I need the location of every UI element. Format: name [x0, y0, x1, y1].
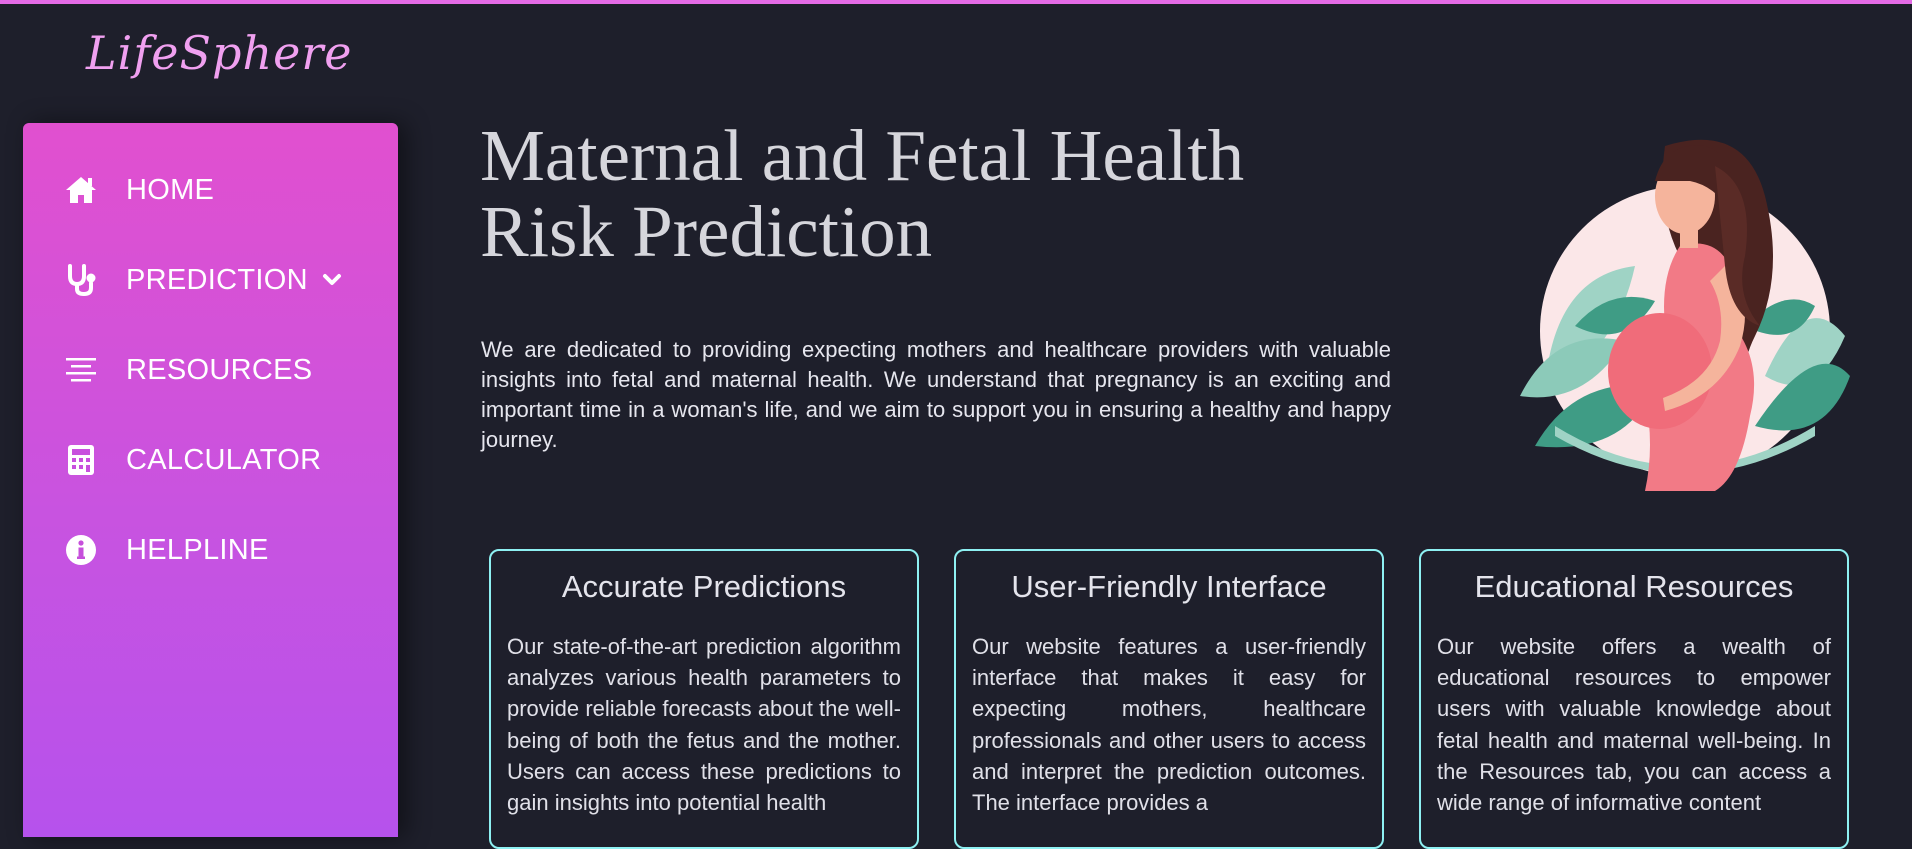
sidebar-nav: HOME PREDICTION RESOURCES CALCULATOR HEL… — [23, 123, 398, 837]
pregnant-woman-illustration — [1520, 139, 1850, 491]
sidebar-item-label: RESOURCES — [126, 353, 313, 386]
sidebar-item-prediction[interactable]: PREDICTION — [63, 250, 383, 310]
sidebar-item-label: HELPLINE — [126, 533, 269, 566]
align-center-icon — [63, 352, 99, 388]
card-text: Our state-of-the-art prediction algorith… — [507, 634, 901, 816]
page-title-line1: Maternal and Fetal Health — [480, 115, 1245, 196]
home-icon — [63, 172, 99, 208]
info-circle-icon — [63, 532, 99, 568]
feature-card-educational-resources: Educational Resources Our website offers… — [1419, 549, 1849, 849]
sidebar-item-home[interactable]: HOME — [63, 160, 383, 220]
card-text: Our website features a user-friendly int… — [972, 634, 1366, 816]
card-title: User-Friendly Interface — [1011, 569, 1327, 604]
sidebar-item-helpline[interactable]: HELPLINE — [63, 520, 383, 580]
feature-card-user-friendly-interface: User-Friendly Interface Our website feat… — [954, 549, 1384, 849]
sidebar-item-label: PREDICTION — [126, 263, 308, 296]
card-text: Our website offers a wealth of education… — [1437, 634, 1831, 816]
top-accent-bar — [0, 0, 1912, 4]
calculator-icon — [63, 442, 99, 478]
feature-card-accurate-predictions: Accurate Predictions Our state-of-the-ar… — [489, 549, 919, 849]
brand-logo[interactable]: LifeSphere — [86, 26, 353, 80]
stethoscope-icon — [63, 262, 99, 298]
intro-paragraph: We are dedicated to providing expecting … — [481, 337, 1391, 452]
chevron-down-icon[interactable] — [322, 273, 342, 287]
sidebar-item-resources[interactable]: RESOURCES — [63, 340, 383, 400]
card-title: Accurate Predictions — [561, 569, 847, 604]
page-title: Maternal and Fetal Health Risk Predictio… — [480, 118, 1300, 270]
page-title-line2: Risk Prediction — [480, 191, 933, 272]
sidebar-item-label: HOME — [126, 173, 215, 206]
card-title: Educational Resources — [1474, 569, 1794, 604]
sidebar-item-calculator[interactable]: CALCULATOR — [63, 430, 383, 490]
sidebar-item-label: CALCULATOR — [126, 443, 322, 476]
